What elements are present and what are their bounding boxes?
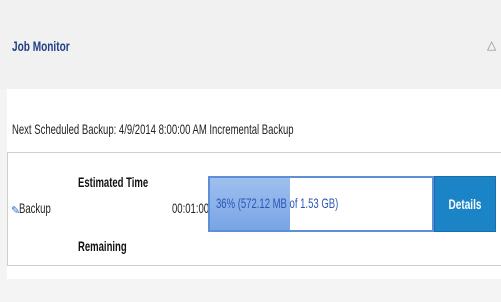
panel-title: Job Monitor (12, 38, 70, 54)
panel-header: Job Monitor △ (0, 0, 501, 89)
estimated-time-label: Estimated Time Remaining (78, 170, 149, 262)
progress-bar: 36% (572.12 MB of 1.53 GB) (208, 176, 434, 232)
time-remaining-value: 00:01:00 (172, 200, 210, 216)
next-scheduled-backup: Next Scheduled Backup: 4/9/2014 8:00:00 … (12, 121, 294, 137)
details-button[interactable]: Details (434, 176, 496, 232)
progress-text: 36% (572.12 MB of 1.53 GB) (216, 195, 339, 211)
job-type-label: Backup (19, 200, 51, 216)
estimated-time-label-line2: Remaining (78, 238, 127, 254)
details-button-label: Details (448, 196, 482, 212)
job-monitor-panel: Job Monitor △ Next Scheduled Backup: 4/9… (0, 0, 501, 302)
collapse-up-icon[interactable]: △ (487, 38, 501, 52)
estimated-time-label-line1: Estimated Time (78, 174, 149, 190)
